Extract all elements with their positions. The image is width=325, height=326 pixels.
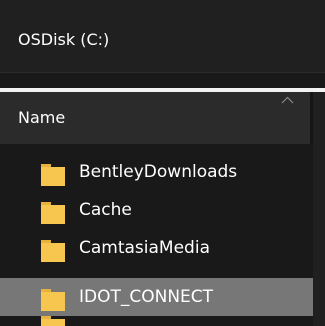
scrollbar-track[interactable] xyxy=(313,92,325,326)
list-item-selected[interactable]: IDOT_CONNECT xyxy=(0,278,313,316)
folder-icon xyxy=(41,164,65,186)
address-bar[interactable]: OSDisk (C:) xyxy=(0,0,325,72)
file-explorer-window: OSDisk (C:) Name BentleyDownloads Cache xyxy=(0,0,325,326)
folder-icon xyxy=(41,289,65,311)
folder-name: BentleyDownloads xyxy=(79,162,238,182)
folder-icon xyxy=(41,316,65,326)
list-item[interactable]: Cache xyxy=(0,191,313,229)
list-item[interactable]: BentleyDownloads xyxy=(0,153,313,191)
folder-name: CamtasiaMedia xyxy=(79,238,210,258)
folder-icon xyxy=(41,240,65,262)
file-list: BentleyDownloads Cache CamtasiaMedia IDO… xyxy=(0,144,313,326)
folder-name: Cache xyxy=(79,200,132,220)
chevron-up-icon xyxy=(281,96,294,104)
location-title[interactable]: OSDisk (C:) xyxy=(18,30,109,50)
column-header-name[interactable]: Name xyxy=(0,92,310,144)
folder-icon xyxy=(41,202,65,224)
folder-name: IDOT_CONNECT xyxy=(79,287,214,307)
column-label-name: Name xyxy=(18,108,66,127)
list-item[interactable]: CamtasiaMedia xyxy=(0,229,313,267)
spacer xyxy=(0,73,325,88)
